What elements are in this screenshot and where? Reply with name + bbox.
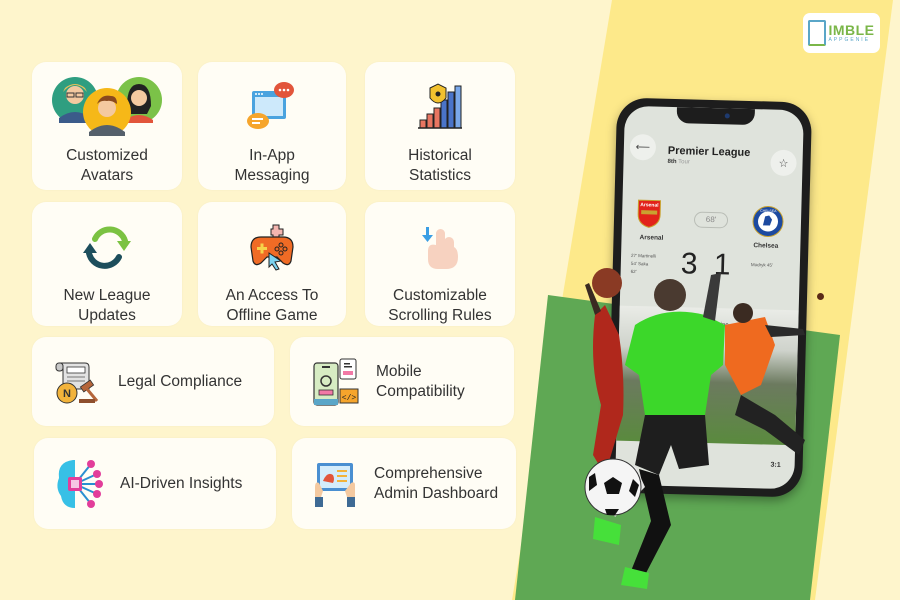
tour-text: Tour — [678, 159, 690, 166]
league-title: Premier League — [667, 144, 751, 160]
basketball-shape — [592, 268, 622, 298]
green-player-head — [654, 279, 686, 311]
phone-notch — [676, 107, 755, 126]
feature-label: Scrolling Rules — [388, 307, 492, 324]
chelsea-crest-text: CHELSEA — [760, 209, 777, 213]
mobile-code-icon: </> — [308, 355, 362, 409]
feature-label: Historical — [408, 147, 472, 164]
feature-card-new-league-updates: New League Updates — [32, 202, 182, 326]
feature-label: Customizable — [393, 287, 487, 304]
feature-card-offline-game: An Access To Offline Game — [198, 202, 346, 326]
logo-phone-mark-icon — [808, 20, 827, 46]
feature-label: Avatars — [80, 167, 134, 184]
feature-card-admin-dashboard: Comprehensive Admin Dashboard — [292, 438, 516, 529]
legal-gavel-icon: N — [50, 355, 104, 409]
football-players-illustration — [584, 268, 805, 589]
home-team-name: Arsenal — [639, 234, 664, 242]
arsenal-crest-text: Arsenal — [640, 202, 659, 208]
orange-player-legs — [735, 395, 805, 455]
nimble-appgenie-logo: IMBLE APPGENIE — [803, 13, 880, 53]
avatars-icon — [51, 72, 163, 142]
refresh-arrows-icon — [81, 212, 133, 282]
away-team-name: Chelsea — [753, 242, 779, 250]
feature-label: In-App — [249, 147, 295, 164]
favorite-star-button[interactable]: ☆ — [770, 149, 797, 177]
decorative-dot — [817, 293, 824, 300]
feature-label: An Access To — [225, 287, 319, 304]
gamepad-icon — [247, 212, 297, 282]
feature-card-ai-driven-insights: AI-Driven Insights — [34, 438, 276, 529]
feature-card-historical-statistics: Historical Statistics — [365, 62, 515, 190]
admin-dashboard-icon — [308, 457, 362, 511]
ai-brain-icon — [52, 457, 106, 511]
tour-label: 8th Tour — [667, 159, 689, 166]
feature-label: Legal Compliance — [118, 372, 243, 390]
feature-label: Customized — [66, 147, 148, 164]
chelsea-crest-icon: CHELSEA — [752, 206, 784, 238]
logo-sub-text: APPGENIE — [828, 37, 871, 43]
feature-label: AI-Driven Insights — [120, 474, 243, 492]
feature-card-in-app-messaging: In-App Messaging — [198, 62, 346, 190]
arsenal-crest-icon: Arsenal — [637, 199, 662, 228]
feature-label: Admin Dashboard — [374, 484, 499, 502]
feature-card-customizable-scrolling: Customizable Scrolling Rules — [365, 202, 515, 326]
match-minute: 68' — [693, 211, 729, 229]
green-player-shorts — [635, 415, 709, 475]
chat-window-icon — [246, 72, 298, 142]
feature-card-legal-compliance: N Legal Compliance — [32, 337, 274, 426]
green-player-kick-boot — [593, 517, 621, 545]
back-button[interactable]: ⟵ — [629, 133, 657, 161]
feature-label: Compatibility — [376, 382, 465, 400]
feature-label: Statistics — [408, 167, 471, 184]
logo-main-text: IMBLE — [828, 22, 875, 38]
camera-icon — [724, 113, 730, 119]
svg-text:</>: </> — [342, 394, 357, 403]
green-player-shirt — [625, 311, 725, 415]
feature-card-mobile-compatibility: </> Mobile Compatibility — [290, 337, 514, 426]
tour-number: 8th — [667, 158, 677, 166]
feature-label: Updates — [78, 307, 136, 324]
feature-label: New League — [63, 287, 151, 304]
feature-label: Mobile — [376, 362, 422, 380]
feature-label: Offline Game — [226, 307, 318, 324]
scroll-hand-icon — [418, 212, 462, 282]
feature-label: Comprehensive — [374, 464, 483, 482]
bar-chart-shield-icon — [416, 72, 464, 142]
green-player-raised-arm — [703, 273, 721, 321]
orange-player-arm — [765, 325, 805, 337]
feature-label: Messaging — [234, 167, 310, 184]
red-player-shape — [593, 305, 624, 475]
orange-player-head — [733, 303, 753, 323]
svg-text:N: N — [63, 388, 71, 400]
feature-card-customized-avatars: Customized Avatars — [32, 62, 182, 190]
